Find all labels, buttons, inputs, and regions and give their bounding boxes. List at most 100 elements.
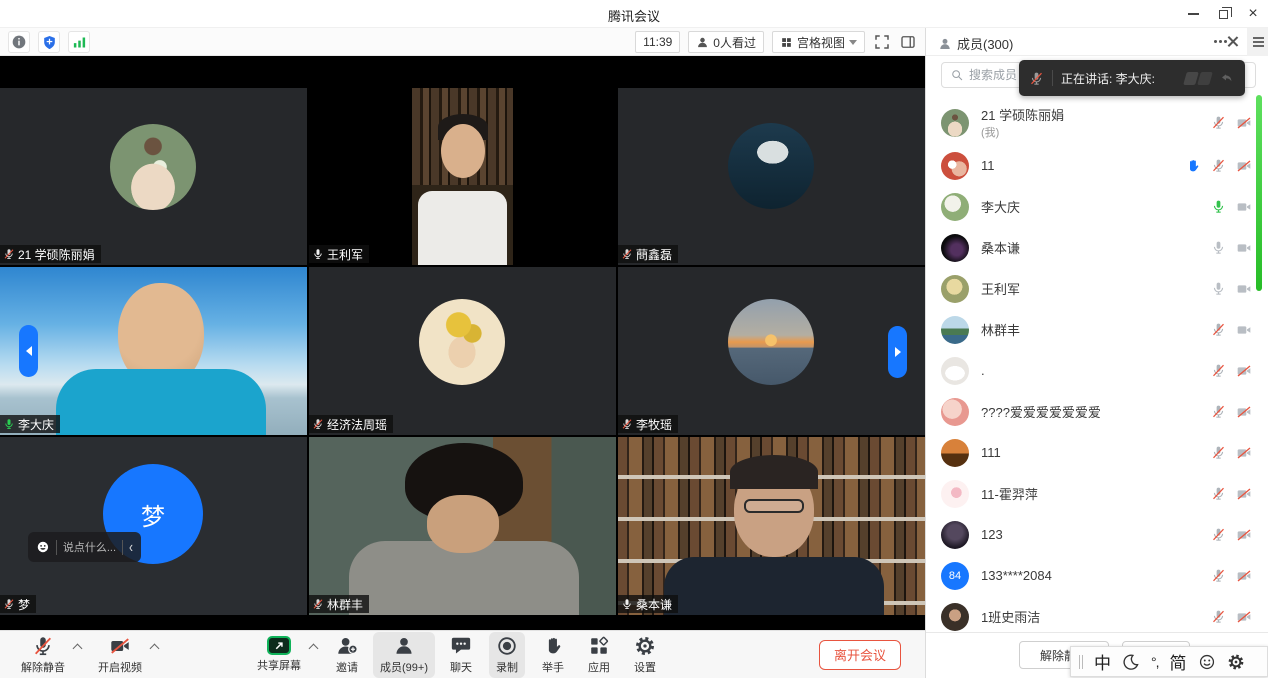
camera-off-icon[interactable]: [1236, 609, 1252, 625]
video-tile[interactable]: 经济法周瑶: [309, 267, 616, 435]
camera-on-icon[interactable]: [1236, 240, 1252, 256]
mic-muted-icon[interactable]: [1211, 404, 1226, 419]
close-button[interactable]: ×: [1238, 0, 1268, 28]
camera-off-icon[interactable]: [1236, 158, 1252, 174]
video-tile[interactable]: 李牧瑶: [618, 267, 925, 435]
camera-off-icon[interactable]: [1236, 404, 1252, 420]
member-row[interactable]: ????爱爱爱爱爱爱爱: [926, 391, 1268, 432]
mic-icon[interactable]: [1211, 281, 1226, 296]
minimize-button[interactable]: [1178, 0, 1208, 28]
mic-muted-icon[interactable]: [1211, 609, 1226, 624]
camera-on-icon[interactable]: [1236, 281, 1252, 297]
mic-muted-icon[interactable]: [1211, 115, 1226, 130]
apps-button[interactable]: 应用: [581, 632, 617, 678]
camera-off-icon[interactable]: [1236, 568, 1252, 584]
restore-button[interactable]: [1208, 0, 1238, 28]
meeting-toolbar: 11:39 0人看过 宫格视图: [0, 28, 925, 56]
view-mode-dropdown[interactable]: 宫格视图: [772, 31, 865, 53]
security-shield-icon[interactable]: [38, 31, 60, 53]
share-screen-icon: [267, 636, 291, 655]
raise-hand-button[interactable]: 举手: [535, 632, 571, 678]
panel-close-icon[interactable]: [1225, 33, 1241, 49]
video-options-chevron[interactable]: [150, 644, 160, 654]
member-row[interactable]: 111: [926, 432, 1268, 473]
panel-scrollbar[interactable]: [1256, 95, 1262, 291]
settings-button[interactable]: 设置: [627, 632, 663, 678]
member-row[interactable]: 123: [926, 514, 1268, 555]
prev-page-arrow[interactable]: [19, 325, 38, 377]
camera-on-icon[interactable]: [1236, 322, 1252, 338]
mic-speaking-icon[interactable]: [1211, 199, 1226, 214]
members-button[interactable]: 成员(99+): [373, 632, 435, 678]
camera-off-icon[interactable]: [1236, 363, 1252, 379]
meeting-controls-bar: 解除静音 开启视频 共享屏幕 邀请 成员(99+) 聊天 录制 举手 应用 设置: [0, 630, 925, 678]
collapse-chevron-icon[interactable]: ‹: [129, 538, 133, 556]
invite-button[interactable]: 邀请: [329, 632, 365, 678]
leave-meeting-button[interactable]: 离开会议: [819, 640, 901, 670]
reply-arrow-icon[interactable]: [1219, 70, 1235, 86]
mic-muted-icon: [621, 248, 633, 260]
member-row[interactable]: 林群丰: [926, 309, 1268, 350]
member-row[interactable]: 11: [926, 145, 1268, 186]
chat-button[interactable]: 聊天: [443, 632, 479, 678]
ime-drag-handle[interactable]: [1079, 655, 1083, 669]
mic-muted-icon[interactable]: [1211, 363, 1226, 378]
mic-muted-icon[interactable]: [1211, 527, 1226, 542]
mic-muted-icon[interactable]: [1211, 486, 1226, 501]
camera-off-icon[interactable]: [1236, 445, 1252, 461]
gear-icon[interactable]: [1227, 653, 1245, 671]
camera-off-icon[interactable]: [1236, 486, 1252, 502]
member-row[interactable]: 11-霍羿萍: [926, 473, 1268, 514]
member-row[interactable]: 李大庆: [926, 186, 1268, 227]
mic-muted-icon[interactable]: [1211, 322, 1226, 337]
ime-toolbar: 中 °, 简: [1070, 646, 1268, 677]
camera-off-icon[interactable]: [1236, 527, 1252, 543]
member-row[interactable]: 21 学硕陈丽娟(我): [926, 100, 1268, 145]
ime-charset-toggle[interactable]: 简: [1170, 649, 1187, 674]
mic-muted-icon[interactable]: [1211, 568, 1226, 583]
chat-input-hint[interactable]: 说点什么...: [63, 539, 116, 555]
raised-hand-icon[interactable]: [1185, 158, 1201, 174]
video-tile[interactable]: 蔄鑫磊: [618, 88, 925, 265]
layout-toggle-icon[interactable]: [899, 33, 917, 51]
video-tile[interactable]: 王利军: [309, 88, 616, 265]
share-options-chevron[interactable]: [309, 644, 319, 654]
camera-off-icon[interactable]: [1236, 115, 1252, 131]
record-button[interactable]: 录制: [489, 632, 525, 678]
quick-chat-bar[interactable]: 说点什么... ‹: [28, 532, 141, 562]
member-row[interactable]: 1班史雨洁: [926, 596, 1268, 632]
viewers-button[interactable]: 0人看过: [688, 31, 764, 53]
video-tile[interactable]: 21 学硕陈丽娟: [0, 88, 307, 265]
share-screen-button[interactable]: 共享屏幕: [250, 633, 308, 676]
more-options-icon[interactable]: [1214, 40, 1217, 43]
window-title: 腾讯会议: [0, 6, 1268, 25]
unmute-button[interactable]: 解除静音: [14, 632, 72, 678]
camera-on-icon[interactable]: [1236, 199, 1252, 215]
fullscreen-icon[interactable]: [873, 33, 891, 51]
ime-punctuation-toggle[interactable]: °,: [1151, 654, 1159, 670]
video-tile[interactable]: 林群丰: [309, 437, 616, 615]
mic-muted-icon[interactable]: [1211, 158, 1226, 173]
moon-icon[interactable]: [1122, 653, 1140, 671]
start-video-button[interactable]: 开启视频: [91, 632, 149, 678]
network-signal-icon[interactable]: [68, 31, 90, 53]
hamburger-menu-icon[interactable]: [1247, 28, 1268, 56]
video-tile-active-speaker[interactable]: 李大庆: [0, 267, 307, 435]
ime-language-toggle[interactable]: 中: [1094, 649, 1111, 674]
member-row[interactable]: 王利军: [926, 268, 1268, 309]
mic-icon[interactable]: [1211, 240, 1226, 255]
emoji-icon[interactable]: [36, 540, 50, 554]
member-row[interactable]: .: [926, 350, 1268, 391]
avatar: [419, 299, 505, 385]
mic-muted-icon[interactable]: [1211, 445, 1226, 460]
audio-options-chevron[interactable]: [73, 644, 83, 654]
meeting-info-icon[interactable]: [8, 31, 30, 53]
next-page-arrow[interactable]: [888, 326, 907, 378]
video-tile[interactable]: 桑本谦: [618, 437, 925, 615]
member-row[interactable]: 桑本谦: [926, 227, 1268, 268]
member-row[interactable]: 84 133****2084: [926, 555, 1268, 596]
video-tile[interactable]: 梦 说点什么... ‹ 梦: [0, 437, 307, 615]
chevron-down-icon: [849, 40, 857, 45]
meeting-timer: 11:39: [635, 31, 680, 53]
emoji-icon[interactable]: [1198, 653, 1216, 671]
